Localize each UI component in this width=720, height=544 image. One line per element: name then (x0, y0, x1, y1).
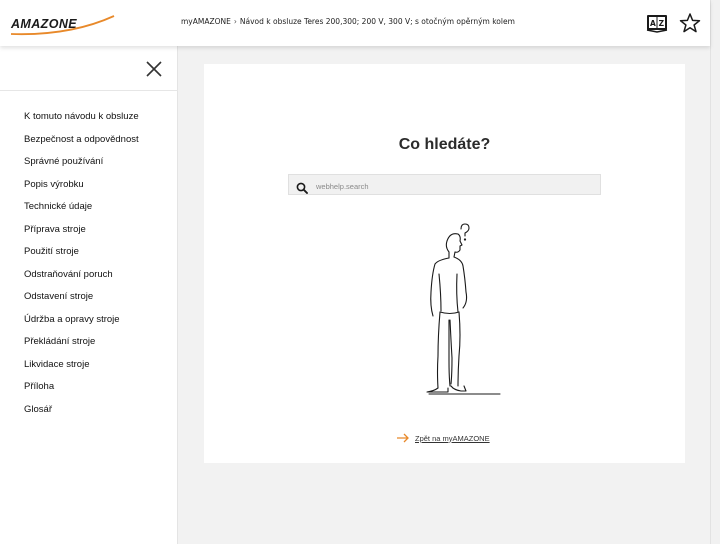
amazone-logo[interactable]: AMAZONE (10, 12, 116, 38)
logo-text: AMAZONE (10, 17, 77, 31)
breadcrumb-current: Návod k obsluze Teres 200,300; 200 V, 30… (239, 17, 515, 26)
sidebar-divider (0, 90, 178, 91)
breadcrumb-separator: › (233, 17, 237, 26)
sidebar-item-disposal[interactable]: Likvidace stroje (24, 357, 139, 380)
svg-text:A: A (650, 19, 656, 28)
sidebar-item-parking[interactable]: Odstavení stroje (24, 289, 139, 312)
sidebar-item-proper-use[interactable]: Správné používání (24, 154, 139, 177)
sidebar-item-machine-preparation[interactable]: Příprava stroje (24, 222, 139, 245)
sidebar-item-safety[interactable]: Bezpečnost a odpovědnost (24, 132, 139, 155)
sidebar-item-appendix[interactable]: Příloha (24, 379, 139, 402)
sidebar-nav: K tomuto návodu k obsluze Bezpečnost a o… (24, 109, 139, 424)
language-dictionary-icon[interactable]: A Z (646, 12, 668, 34)
sidebar-item-technical-data[interactable]: Technické údaje (24, 199, 139, 222)
back-to-myamazone-link[interactable]: Zpět na myAMAZONE (396, 431, 490, 445)
sidebar-item-about-manual[interactable]: K tomuto návodu k obsluze (24, 109, 139, 132)
svg-text:Z: Z (659, 19, 665, 28)
person-illustration (394, 216, 504, 396)
page-title: Co hledáte? (398, 136, 491, 153)
search-icon[interactable] (296, 179, 308, 194)
breadcrumb-root-link[interactable]: myAMAZONE (181, 17, 231, 26)
search-card: Co hledáte? webhelp.search Zpět na myAMA… (204, 64, 685, 463)
arrow-right-icon (397, 433, 409, 443)
sidebar-item-glossary[interactable]: Glosář (24, 402, 139, 425)
sidebar-item-machine-use[interactable]: Použití stroje (24, 244, 139, 267)
top-header: AMAZONE myAMAZONE › Návod k obsluze Teres … (0, 0, 710, 46)
breadcrumb: myAMAZONE › Návod k obsluze Teres 200,300;… (181, 17, 515, 26)
sidebar-item-product-description[interactable]: Popis výrobku (24, 177, 139, 200)
close-icon[interactable] (145, 60, 163, 78)
favorite-star-icon[interactable] (679, 12, 701, 34)
search-box[interactable] (288, 174, 601, 195)
sidebar-item-maintenance[interactable]: Údržba a opravy stroje (24, 312, 139, 335)
main-content: Co hledáte? webhelp.search Zpět na myAMA… (178, 46, 710, 544)
page-scrollbar[interactable] (710, 0, 720, 544)
sidebar-item-transport[interactable]: Překládání stroje (24, 334, 139, 357)
sidebar-item-troubleshooting[interactable]: Odstraňování poruch (24, 267, 139, 290)
search-input[interactable] (314, 177, 598, 195)
back-link-label: Zpět na myAMAZONE (415, 433, 490, 443)
sidebar: K tomuto návodu k obsluze Bezpečnost a o… (0, 46, 178, 544)
